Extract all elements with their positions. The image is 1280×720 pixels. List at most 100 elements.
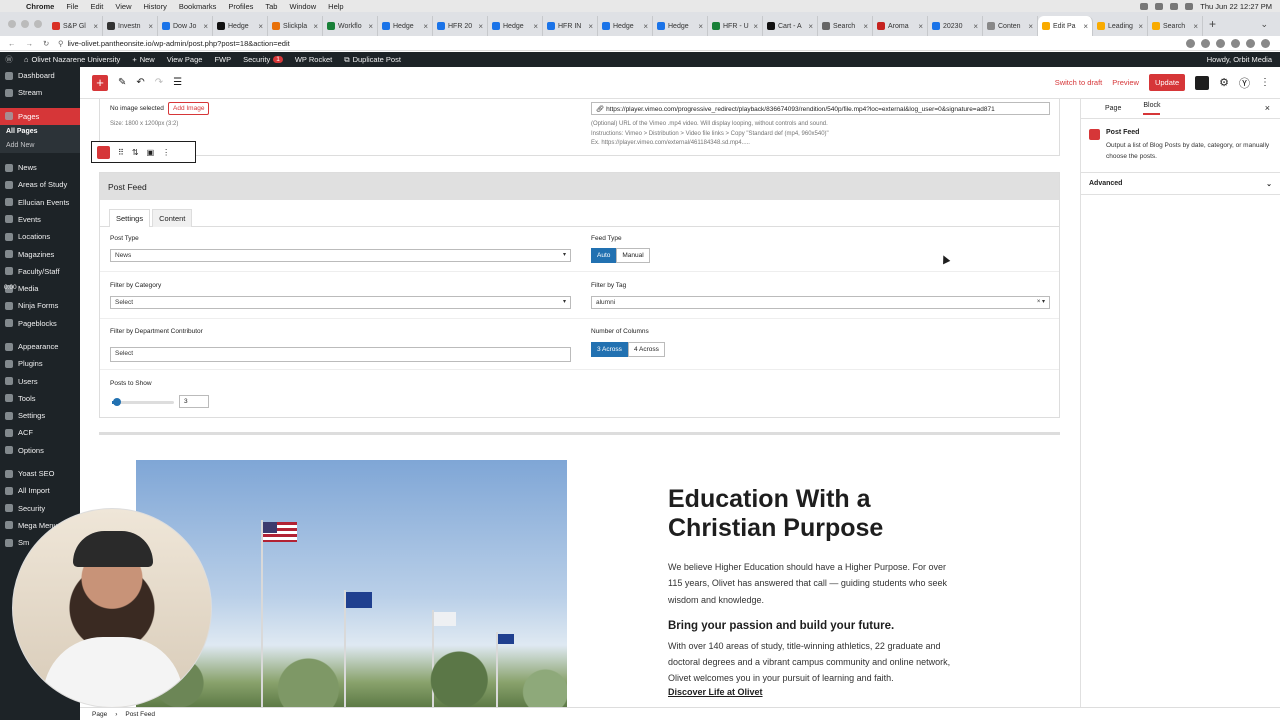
view-page-link[interactable]: View Page <box>161 55 209 64</box>
video-url-input[interactable]: 🔗︎ https://player.vimeo.com/progressive_… <box>591 102 1050 115</box>
mac-menu-item[interactable]: File <box>60 2 84 11</box>
wordpress-logo-icon[interactable]: Ⓦ <box>0 54 18 65</box>
browser-tab[interactable]: Hedge × <box>378 16 433 36</box>
block-options-icon[interactable]: ⋮ <box>162 148 170 157</box>
add-block-button[interactable]: + <box>92 74 108 91</box>
admin-menu-item[interactable]: Pages <box>0 107 80 125</box>
admin-menu-item[interactable]: Stream <box>0 84 80 101</box>
admin-menu-item[interactable]: Pageblocks <box>0 315 80 332</box>
feed-auto-button[interactable]: Auto <box>591 248 617 263</box>
yoast-icon[interactable]: Ⓨ <box>1239 75 1250 91</box>
columns-4-button[interactable]: 4 Across <box>627 342 665 357</box>
admin-menu-item[interactable]: ACF <box>0 424 80 441</box>
extension-icon[interactable] <box>1231 38 1240 48</box>
hero-paragraph-1[interactable]: We believe Higher Education should have … <box>668 559 958 608</box>
account-link[interactable]: Howdy, Orbit Media <box>1207 55 1280 64</box>
tab-block[interactable]: Block <box>1143 102 1161 115</box>
columns-3-button[interactable]: 3 Across <box>591 342 628 357</box>
admin-menu-item[interactable]: News <box>0 159 80 176</box>
mac-menu-item[interactable]: Profiles <box>222 2 259 11</box>
tab-close-icon[interactable]: × <box>918 22 923 31</box>
settings-sidebar-icon[interactable] <box>1195 75 1210 90</box>
admin-menu-item[interactable]: Appearance <box>0 338 80 355</box>
browser-tab[interactable]: Hedge × <box>653 16 708 36</box>
admin-menu-item[interactable]: Tools <box>0 390 80 407</box>
advanced-panel-toggle[interactable]: Advanced ⌄ <box>1081 173 1280 195</box>
address-input[interactable]: live-olivet.pantheonsite.io/wp-admin/pos… <box>68 39 290 48</box>
filter-category-select[interactable]: Select ▾ <box>110 296 571 309</box>
tab-close-icon[interactable]: × <box>1083 22 1088 31</box>
mac-menu-item[interactable]: Edit <box>84 2 109 11</box>
status-icon[interactable] <box>1140 2 1149 10</box>
new-link[interactable]: + New <box>126 55 160 64</box>
extension-icon[interactable] <box>1186 38 1195 48</box>
extension-icon[interactable] <box>1201 38 1210 48</box>
admin-menu-item[interactable]: Events <box>0 211 80 228</box>
tab-close-icon[interactable]: × <box>533 22 538 31</box>
hero-paragraph-2[interactable]: With over 140 areas of study, title-winn… <box>668 638 958 687</box>
feed-manual-button[interactable]: Manual <box>616 248 650 263</box>
posts-number-input[interactable]: 3 <box>179 395 209 408</box>
status-icon[interactable] <box>1155 2 1164 10</box>
mac-menu-item[interactable]: Window <box>283 2 322 11</box>
menu-app[interactable]: Chrome <box>20 2 60 11</box>
fwp-link[interactable]: FWP <box>208 55 237 64</box>
browser-tab[interactable]: HFR IN × <box>543 16 598 36</box>
hero-link[interactable]: Discover Life at Olivet <box>668 687 958 697</box>
forward-icon[interactable]: → <box>26 39 34 48</box>
new-tab-button[interactable]: + <box>1209 17 1216 31</box>
browser-tab[interactable]: Conten × <box>983 16 1038 36</box>
tab-close-icon[interactable]: × <box>203 22 208 31</box>
browser-tab[interactable]: Hedge × <box>598 16 653 36</box>
more-options-icon[interactable]: ⋮ <box>1260 77 1270 88</box>
admin-menu-item[interactable]: Areas of Study <box>0 176 80 193</box>
site-name-link[interactable]: ⌂ Olivet Nazarene University <box>18 55 126 64</box>
tab-close-icon[interactable]: × <box>698 22 703 31</box>
filter-dept-input[interactable]: Select <box>110 347 571 362</box>
filter-tag-select[interactable]: alumni × ▾ <box>591 296 1050 309</box>
post-type-select[interactable]: News ▾ <box>110 249 571 262</box>
admin-menu-item[interactable]: Users <box>0 372 80 389</box>
admin-menu-item[interactable]: Magazines <box>0 245 80 262</box>
tab-close-icon[interactable]: × <box>423 22 428 31</box>
browser-tab[interactable]: Search × <box>1148 16 1203 36</box>
browser-tab[interactable]: HFR 20 × <box>433 16 488 36</box>
tab-close-icon[interactable]: × <box>753 22 758 31</box>
mac-menu-item[interactable]: History <box>138 2 173 11</box>
admin-menu-item[interactable]: Yoast SEO <box>0 465 80 482</box>
submenu-item[interactable]: Add New <box>0 138 80 153</box>
undo-icon[interactable]: ↶ <box>136 77 144 88</box>
move-updown-icon[interactable]: ⇅ <box>132 148 139 157</box>
duplicate-post-link[interactable]: ⧉ Duplicate Post <box>338 55 407 65</box>
tab-content[interactable]: Content <box>152 209 193 227</box>
block-align-icon[interactable]: ▣ <box>147 148 155 157</box>
tab-close-icon[interactable]: × <box>1193 22 1198 31</box>
tab-close-icon[interactable]: × <box>1028 22 1033 31</box>
tab-close-icon[interactable]: × <box>863 22 868 31</box>
wp-rocket-link[interactable]: WP Rocket <box>289 55 338 64</box>
browser-tab[interactable]: Slickpla × <box>268 16 323 36</box>
browser-tab[interactable]: Edit Pa × <box>1038 16 1093 36</box>
hero-subheading[interactable]: Bring your passion and build your future… <box>668 620 958 632</box>
extension-icon[interactable] <box>1216 38 1225 48</box>
posts-slider-knob[interactable] <box>112 398 121 406</box>
post-feed-block-icon[interactable] <box>97 145 110 159</box>
mac-menu-item[interactable]: Bookmarks <box>173 2 223 11</box>
admin-menu-item[interactable]: Locations <box>0 228 80 245</box>
browser-tab[interactable]: Hedge × <box>488 16 543 36</box>
window-controls[interactable] <box>8 20 42 28</box>
browser-tab[interactable]: Aroma × <box>873 16 928 36</box>
add-image-button[interactable]: Add Image <box>168 102 210 115</box>
search-icon[interactable] <box>1185 2 1194 10</box>
tab-close-icon[interactable]: × <box>93 22 98 31</box>
admin-menu-item[interactable]: Security <box>0 500 80 517</box>
tab-close-icon[interactable]: × <box>1138 22 1143 31</box>
security-link[interactable]: Security 1 <box>237 55 289 64</box>
mac-menu-item[interactable]: Tab <box>259 2 283 11</box>
tab-close-icon[interactable]: × <box>148 22 153 31</box>
admin-menu-item[interactable]: Plugins <box>0 355 80 372</box>
menubar-clock[interactable]: Thu Jun 22 12:27 PM <box>1200 2 1272 11</box>
browser-tab[interactable]: 20230 × <box>928 16 983 36</box>
wifi-icon[interactable] <box>1170 2 1179 10</box>
reload-icon[interactable]: ↻ <box>43 39 49 48</box>
